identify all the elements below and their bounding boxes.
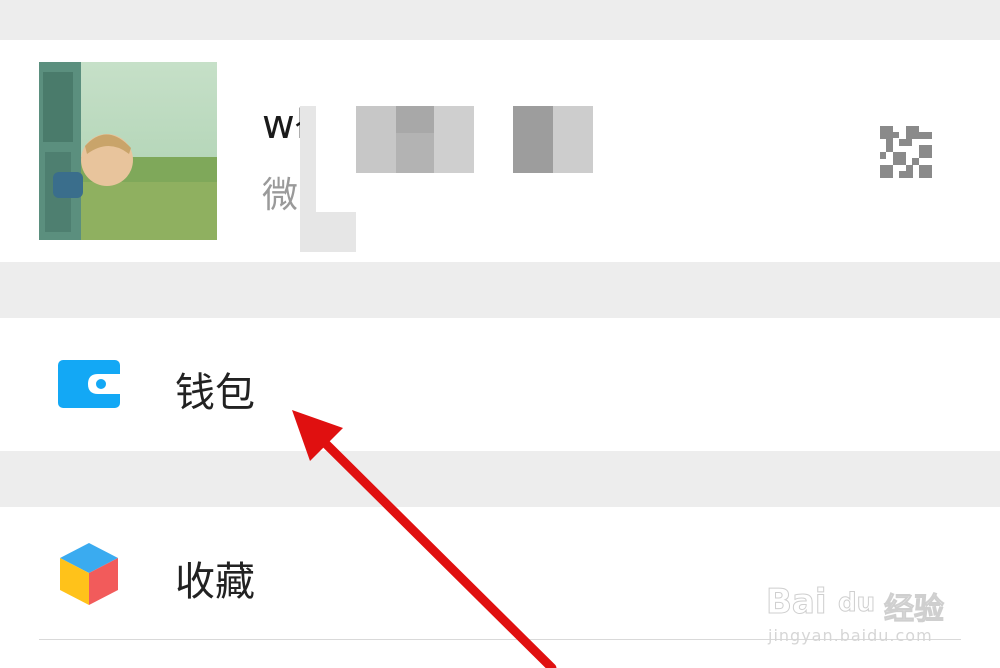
menu-item-wallet[interactable]: 钱包: [0, 318, 1000, 451]
profile-card[interactable]: wł 微: [0, 40, 1000, 262]
qr-code-icon[interactable]: [880, 126, 932, 178]
menu-item-favorites[interactable]: 收藏 Bai du 经验 jingyan.baidu.com: [0, 507, 1000, 668]
favorites-cube-icon: [60, 543, 118, 605]
watermark-suffix: 经验: [884, 592, 945, 628]
avatar[interactable]: [39, 62, 217, 240]
avatar-photo: [39, 62, 217, 240]
wallet-icon: [58, 360, 120, 408]
watermark-brand: Bai: [766, 582, 828, 623]
menu-item-label: 钱包: [175, 370, 255, 416]
baidu-jingyan-watermark: Bai du 经验 jingyan.baidu.com: [766, 582, 966, 648]
menu-item-label: 收藏: [175, 559, 255, 605]
privacy-mosaic: [300, 106, 593, 252]
watermark-url: jingyan.baidu.com: [768, 626, 933, 645]
wechat-id: 微: [262, 175, 299, 216]
watermark-brand-paw: du: [837, 588, 876, 619]
